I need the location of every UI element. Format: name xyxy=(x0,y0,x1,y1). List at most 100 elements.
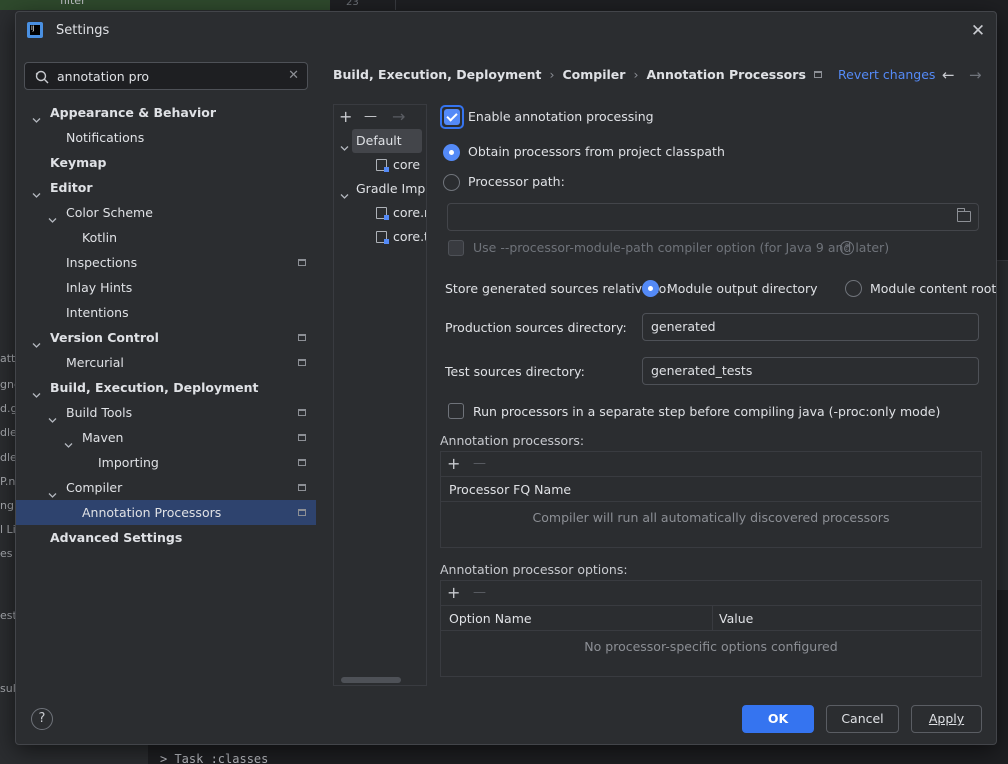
module-icon xyxy=(376,207,389,220)
settings-tree-item[interactable]: Inspections xyxy=(16,250,316,275)
clear-search-icon[interactable]: ✕ xyxy=(288,68,299,83)
settings-tree-item[interactable]: Inlay Hints xyxy=(16,275,316,300)
module-path-checkbox xyxy=(448,240,464,256)
add-processor-icon[interactable]: + xyxy=(447,454,460,474)
settings-tree-label: Compiler xyxy=(66,480,123,495)
chevron-down-icon[interactable] xyxy=(48,208,57,223)
add-option-icon[interactable]: + xyxy=(447,583,460,603)
help-button[interactable]: ? xyxy=(31,708,53,730)
profile-group-item[interactable]: Gradle Imported xyxy=(334,177,426,201)
back-arrow-icon[interactable]: ← xyxy=(942,64,955,86)
options-empty-text: No processor-specific options configured xyxy=(584,639,838,654)
settings-tree-item[interactable]: Importing xyxy=(16,450,316,475)
settings-tree-label: Editor xyxy=(50,180,93,195)
cancel-button[interactable]: Cancel xyxy=(826,705,899,733)
settings-tree-item[interactable]: Notifications xyxy=(16,125,316,150)
apply-button[interactable]: Apply xyxy=(911,705,982,733)
close-icon[interactable]: ✕ xyxy=(968,21,988,41)
chevron-down-icon[interactable] xyxy=(340,137,349,151)
settings-tree-item[interactable]: Color Scheme xyxy=(16,200,316,225)
breadcrumb-item: Annotation Processors xyxy=(646,67,806,82)
settings-tree-item[interactable]: Advanced Settings xyxy=(16,525,316,550)
settings-tree-label: Keymap xyxy=(50,155,107,170)
module-icon xyxy=(376,231,389,244)
processor-fq-name-column[interactable]: Processor FQ Name xyxy=(441,477,571,502)
settings-tree-label: Notifications xyxy=(66,130,145,145)
value-column[interactable]: Value xyxy=(711,606,753,631)
chevron-down-icon[interactable] xyxy=(64,433,73,448)
settings-tree-label: Inlay Hints xyxy=(66,280,133,295)
options-toolbar: + — xyxy=(441,581,981,606)
profile-module-item[interactable]: core.main xyxy=(334,201,426,225)
processor-path-radio[interactable] xyxy=(443,174,460,191)
remove-profile-icon[interactable]: — xyxy=(364,107,377,127)
settings-tree-label: Build, Execution, Deployment xyxy=(50,380,259,395)
settings-tree-item[interactable]: Compiler xyxy=(16,475,316,500)
settings-search[interactable]: ✕ xyxy=(24,62,308,90)
console-background xyxy=(148,744,1008,764)
settings-tree-item[interactable]: Intentions xyxy=(16,300,316,325)
processor-path-field[interactable] xyxy=(447,203,979,231)
bg-fragment: sult xyxy=(0,682,16,695)
search-input[interactable] xyxy=(57,67,277,85)
settings-tree-item[interactable]: Mercurial xyxy=(16,350,316,375)
settings-tree-item[interactable]: Appearance & Behavior xyxy=(16,100,316,125)
intellij-app-icon: IJ xyxy=(27,22,43,38)
bg-fragment: gne xyxy=(0,378,16,391)
breadcrumb-item[interactable]: Compiler xyxy=(562,67,625,82)
help-icon[interactable]: ? xyxy=(840,241,854,255)
bg-fragment: attr xyxy=(0,352,16,365)
settings-tree-item[interactable]: Editor xyxy=(16,175,316,200)
obtain-from-classpath-radio[interactable] xyxy=(443,144,460,161)
processors-empty-text: Compiler will run all automatically disc… xyxy=(532,510,890,525)
chevron-down-icon[interactable] xyxy=(32,183,41,198)
search-icon xyxy=(35,70,49,84)
chevron-down-icon[interactable] xyxy=(48,483,57,498)
settings-tree-item[interactable]: Annotation Processors xyxy=(16,500,316,525)
project-level-icon xyxy=(298,434,306,441)
processor-options-table: + — Option Name Value No processor-speci… xyxy=(440,580,982,677)
forward-arrow-icon: → xyxy=(969,66,982,84)
chevron-down-icon[interactable] xyxy=(32,383,41,398)
profile-group-item[interactable]: Default xyxy=(334,129,426,153)
bg-fragment: dlev xyxy=(0,451,16,464)
settings-tree-item[interactable]: Version Control xyxy=(16,325,316,350)
test-sources-field[interactable]: generated_tests xyxy=(642,357,979,385)
ok-button[interactable]: OK xyxy=(742,705,814,733)
test-sources-label: Test sources directory: xyxy=(445,364,585,379)
settings-tree-label: Build Tools xyxy=(66,405,133,420)
production-sources-field[interactable]: generated xyxy=(642,313,979,341)
add-profile-icon[interactable]: + xyxy=(339,107,352,127)
settings-tree-label: Advanced Settings xyxy=(50,530,183,545)
chevron-down-icon[interactable] xyxy=(32,108,41,123)
settings-tree-item[interactable]: Kotlin xyxy=(16,225,316,250)
separate-step-checkbox[interactable] xyxy=(448,403,464,419)
profile-module-label: core.test xyxy=(393,229,426,244)
settings-tree-label: Color Scheme xyxy=(66,205,153,220)
enable-annotation-processing-checkbox[interactable] xyxy=(444,109,460,125)
settings-tree-item[interactable]: Keymap xyxy=(16,150,316,175)
horizontal-scrollbar[interactable] xyxy=(341,677,401,683)
settings-tree-item[interactable]: Build, Execution, Deployment xyxy=(16,375,316,400)
folder-icon[interactable] xyxy=(957,208,971,222)
settings-tree-item[interactable]: Build Tools xyxy=(16,400,316,425)
chevron-down-icon[interactable] xyxy=(32,333,41,348)
annotation-processors-label: Annotation processors: xyxy=(440,433,585,448)
bg-fragment: dlev xyxy=(0,426,16,439)
settings-tree-label: Intentions xyxy=(66,305,129,320)
profile-module-item[interactable]: core xyxy=(334,153,426,177)
option-name-column[interactable]: Option Name xyxy=(441,606,532,631)
console-line: > Task :classes xyxy=(160,752,269,764)
chevron-down-icon[interactable] xyxy=(340,185,349,199)
module-content-root-radio[interactable] xyxy=(845,280,862,297)
chevron-down-icon[interactable] xyxy=(48,408,57,423)
profile-module-item[interactable]: core.test xyxy=(334,225,426,249)
breadcrumb-item[interactable]: Build, Execution, Deployment xyxy=(333,67,541,82)
module-output-directory-radio[interactable] xyxy=(642,280,659,297)
enable-annotation-processing-label: Enable annotation processing xyxy=(468,109,654,124)
breadcrumb: Build, Execution, Deployment › Compiler › An… xyxy=(333,64,822,86)
settings-tree-label: Version Control xyxy=(50,330,159,345)
revert-changes-link[interactable]: Revert changes xyxy=(838,64,935,86)
settings-tree-item[interactable]: Maven xyxy=(16,425,316,450)
module-content-root-label: Module content root xyxy=(870,281,997,296)
